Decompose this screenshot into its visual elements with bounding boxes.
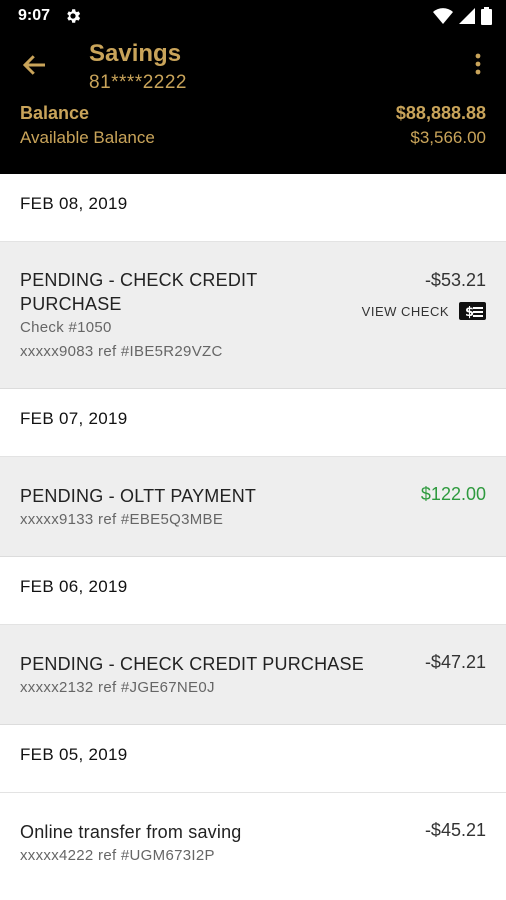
available-balance-label: Available Balance (20, 128, 155, 147)
transaction-reference: xxxxx2132 ref #JGE67NE0J (20, 679, 215, 696)
transaction-amount: $122.00 (420, 484, 486, 504)
account-header: Savings 81****2222 Balance $88,888.88 Av… (0, 32, 506, 174)
more-options-icon[interactable] (466, 52, 490, 76)
status-time: 9:07 (18, 7, 51, 24)
transaction-list: FEB 08, 2019 PENDING - CHECK CREDIT PURC… (0, 174, 506, 900)
view-check-label: VIEW CHECK (361, 303, 449, 319)
transaction-reference: xxxxx9083 ref #IBE5R29VZC (20, 343, 223, 360)
transaction-row[interactable]: PENDING - OLTT PAYMENT xxxxx9133 ref #EB… (0, 457, 506, 557)
cell-signal-icon (459, 8, 475, 24)
transaction-amount: -$53.21 (424, 270, 486, 290)
transaction-amount: -$45.21 (424, 820, 486, 840)
transaction-reference: xxxxx9133 ref #EBE5Q3MBE (20, 511, 224, 528)
battery-icon (481, 7, 492, 25)
transaction-row[interactable]: PENDING - CHECK CREDIT PURCHASE Check #1… (0, 242, 506, 389)
wifi-icon (433, 8, 453, 24)
status-bar: 9:07 (0, 0, 506, 32)
balance-value: $88,888.88 (395, 103, 486, 123)
settings-gear-icon (67, 9, 81, 23)
transaction-row[interactable]: PENDING - CHECK CREDIT PURCHASE xxxxx213… (0, 625, 506, 725)
transaction-description: PENDING - CHECK CREDIT PURCHASE (20, 654, 364, 674)
back-arrow-icon[interactable] (20, 50, 50, 80)
date-header: FEB 05, 2019 (0, 725, 506, 793)
view-check-button[interactable]: VIEW CHECK $ (362, 302, 486, 320)
transaction-description: PENDING - CHECK CREDIT (20, 270, 258, 290)
page-title: Savings (89, 40, 182, 67)
account-number: 81****2222 (89, 72, 187, 93)
date-header: FEB 08, 2019 (0, 174, 506, 242)
date-header: FEB 07, 2019 (0, 389, 506, 457)
date-header: FEB 06, 2019 (0, 557, 506, 625)
check-icon: $ (459, 302, 486, 320)
transaction-description: Online transfer from saving (20, 822, 242, 842)
transaction-description: PENDING - OLTT PAYMENT (20, 486, 257, 506)
transaction-row[interactable]: Online transfer from saving xxxxx4222 re… (0, 793, 506, 900)
transaction-amount: -$47.21 (424, 652, 486, 672)
balance-label: Balance (20, 103, 90, 123)
transaction-reference: xxxxx4222 ref #UGM673I2P (20, 847, 215, 864)
available-balance-value: $3,566.00 (410, 128, 486, 147)
